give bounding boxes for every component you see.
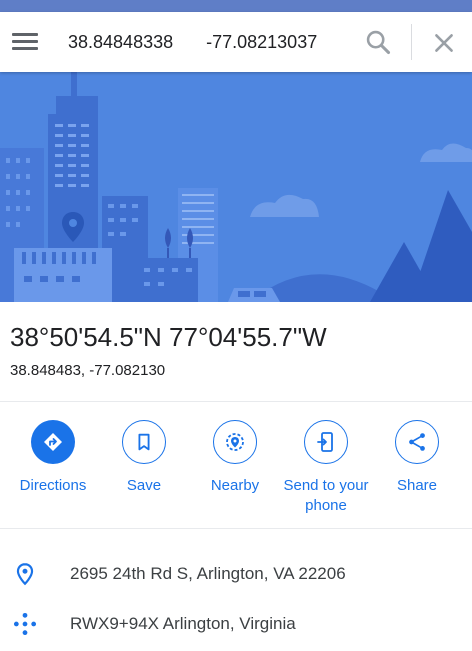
menu-icon-line — [12, 40, 38, 43]
nearby-icon — [226, 433, 244, 451]
save-button-circle — [122, 420, 166, 464]
plus-code-row[interactable]: RWX9+94X Arlington, Virginia — [0, 604, 472, 644]
place-coordinates: 38.848483, -77.082130 — [10, 362, 166, 379]
address-row[interactable]: 2695 24th Rd S, Arlington, VA 22206 — [0, 554, 472, 594]
plus-code-icon — [13, 612, 37, 636]
share-button[interactable]: Share — [362, 420, 472, 496]
directions-icon — [44, 433, 62, 451]
share-icon — [409, 433, 425, 451]
search-input[interactable] — [68, 26, 348, 58]
menu-icon-line — [12, 33, 38, 36]
directions-button-circle — [31, 420, 75, 464]
send-to-phone-button-circle — [304, 420, 348, 464]
menu-icon-line — [12, 47, 38, 50]
section-divider — [0, 401, 472, 402]
search-icon[interactable] — [364, 28, 392, 56]
place-hero-illustration — [0, 72, 472, 302]
section-divider — [0, 528, 472, 529]
action-bar: Directions Save Nearby Send to your phon… — [0, 420, 472, 520]
close-icon[interactable] — [431, 30, 457, 56]
search-bar — [0, 12, 472, 72]
search-divider — [411, 24, 412, 60]
top-status-strip — [0, 0, 472, 12]
bookmark-icon — [138, 433, 150, 451]
location-pin-icon — [16, 563, 34, 586]
address-text: 2695 24th Rd S, Arlington, VA 22206 — [70, 564, 346, 583]
send-to-phone-icon — [317, 432, 333, 452]
share-label: Share — [396, 477, 438, 494]
share-button-circle — [395, 420, 439, 464]
place-title: 38°50'54.5"N 77°04'55.7"W — [10, 322, 327, 352]
nearby-button-circle — [213, 420, 257, 464]
plus-code-text: RWX9+94X Arlington, Virginia — [70, 614, 296, 633]
menu-button[interactable] — [12, 30, 38, 54]
